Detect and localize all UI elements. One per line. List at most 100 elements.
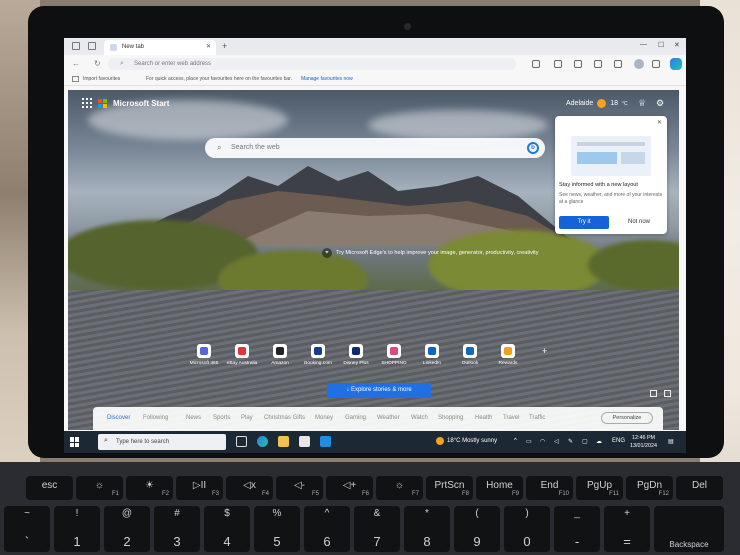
key-fn-12[interactable]: PgDn F12 xyxy=(626,476,673,500)
task-view-icon[interactable] xyxy=(236,436,247,447)
personalize-button[interactable]: Personalize xyxy=(601,412,653,424)
web-search-box[interactable]: ⌕ Search the web b xyxy=(205,138,545,158)
edge-browser-icon[interactable] xyxy=(257,436,268,447)
try-it-button[interactable]: Try it xyxy=(559,216,609,229)
notifications-icon[interactable]: ▤ xyxy=(668,438,674,445)
key-fn-7[interactable]: ☼ F7 xyxy=(376,476,423,500)
tab-weather[interactable]: Weather xyxy=(377,415,400,421)
key-fn-11[interactable]: PgUp F11 xyxy=(576,476,623,500)
key-fn-0[interactable]: esc xyxy=(26,476,73,500)
key-num-3[interactable]: #3 xyxy=(154,506,200,552)
quick-link-ebay[interactable]: eBay Australia xyxy=(222,344,262,366)
battery-icon[interactable]: ▭ xyxy=(526,438,532,445)
minimize-icon[interactable]: — xyxy=(640,41,647,48)
tab-travel[interactable]: Travel xyxy=(503,415,519,421)
rewards-trophy-icon[interactable]: ♕ xyxy=(638,98,646,109)
key-fn-13[interactable]: Del xyxy=(676,476,723,500)
close-icon[interactable]: ✕ xyxy=(657,119,662,126)
weather-widget[interactable]: Adelaide 18 °C xyxy=(566,99,628,108)
quick-link-linkedin[interactable]: LinkedIn xyxy=(412,344,452,366)
tab-play[interactable]: Play xyxy=(241,415,253,421)
close-tab-icon[interactable]: ✕ xyxy=(206,43,211,50)
key-fn-4[interactable]: ◁x F4 xyxy=(226,476,273,500)
key-fn-3[interactable]: ▷II F3 xyxy=(176,476,223,500)
tab-gaming[interactable]: Gaming xyxy=(345,415,366,421)
image-info-icon[interactable] xyxy=(650,390,657,397)
tab-money[interactable]: Money xyxy=(315,415,333,421)
address-bar[interactable]: ⌕ Search or enter web address xyxy=(108,58,516,70)
key-num-1[interactable]: ! 1 xyxy=(54,506,100,552)
new-tab-icon[interactable]: + xyxy=(222,41,227,51)
mail-icon[interactable] xyxy=(320,436,331,447)
key-num-10[interactable]: ) 0 xyxy=(504,506,550,552)
maximize-icon[interactable]: ☐ xyxy=(658,41,664,49)
tab-actions-icon[interactable] xyxy=(88,42,96,50)
workspaces-icon[interactable] xyxy=(72,42,80,50)
key-num-5[interactable]: % 5 xyxy=(254,506,300,552)
brand-title[interactable]: Microsoft Start xyxy=(113,99,169,108)
add-shortcut-icon[interactable]: + xyxy=(542,346,547,356)
bing-chat-icon[interactable]: b xyxy=(527,142,539,154)
copilot-icon[interactable] xyxy=(670,58,682,70)
key-fn-9[interactable]: Home F9 xyxy=(476,476,523,500)
browser-tab[interactable]: New tab ✕ xyxy=(104,40,216,55)
manage-favourites-link[interactable]: Manage favourites now xyxy=(301,76,353,82)
refresh-icon[interactable]: ↻ xyxy=(94,59,101,68)
quick-link-rewards[interactable]: Rewards xyxy=(488,344,528,366)
key-num-11[interactable]: _ - xyxy=(554,506,600,552)
tab-watch[interactable]: Watch xyxy=(411,415,428,421)
back-icon[interactable]: ← xyxy=(72,59,80,68)
quick-link-booking[interactable]: Booking.com xyxy=(298,344,338,366)
tab-discover[interactable]: Discover xyxy=(107,415,130,421)
language-indicator[interactable]: ENG xyxy=(612,438,625,444)
settings-gear-icon[interactable]: ⚙ xyxy=(656,98,664,109)
volume-icon[interactable]: ◁ xyxy=(554,438,559,445)
collections-icon[interactable] xyxy=(594,60,602,68)
key-num-4[interactable]: $4 xyxy=(204,506,250,552)
file-explorer-icon[interactable] xyxy=(278,436,289,447)
favorite-star-icon[interactable] xyxy=(532,60,540,68)
network-icon[interactable]: ◠ xyxy=(540,438,545,445)
close-window-icon[interactable]: ✕ xyxy=(674,41,680,49)
split-screen-icon[interactable] xyxy=(554,60,562,68)
cloud-icon[interactable]: ☁ xyxy=(596,438,602,445)
display-icon[interactable]: ▢ xyxy=(582,438,588,445)
key-num-9[interactable]: (9 xyxy=(454,506,500,552)
key-fn-1[interactable]: ☼ F1 xyxy=(76,476,123,500)
quick-link-outlook[interactable]: Outlook xyxy=(450,344,490,366)
tab-traffic[interactable]: Traffic xyxy=(529,415,545,421)
windows-start-icon[interactable] xyxy=(70,437,80,447)
key-fn-6[interactable]: ◁+ F6 xyxy=(326,476,373,500)
key-fn-10[interactable]: End F10 xyxy=(526,476,573,500)
tab-news[interactable]: News xyxy=(186,415,201,421)
key-num-12[interactable]: + = xyxy=(604,506,650,552)
more-options-icon[interactable] xyxy=(652,60,660,68)
not-now-button[interactable]: Not now xyxy=(615,216,663,229)
tab-christmas-gifts[interactable]: Christmas Gifts xyxy=(264,415,305,421)
key-num-13[interactable]: Backspace xyxy=(654,506,724,552)
pen-icon[interactable]: ✎ xyxy=(568,438,573,445)
show-hidden-icons[interactable]: ^ xyxy=(514,438,517,444)
key-num-8[interactable]: * 8 xyxy=(404,506,450,552)
quick-link-microsoft-365[interactable]: Microsoft 365 xyxy=(184,344,224,366)
quick-link-shopping[interactable]: SHOPPING xyxy=(374,344,414,366)
key-num-7[interactable]: & 7 xyxy=(354,506,400,552)
explore-stories-button[interactable]: ↓ Explore stories & more xyxy=(327,383,431,398)
profile-avatar[interactable] xyxy=(634,59,644,69)
taskbar-search[interactable]: ⌕ Type here to search xyxy=(98,434,226,450)
favorites-icon[interactable] xyxy=(574,60,582,68)
image-caption[interactable]: ⌖ Try Microsoft Edge's to help improve y… xyxy=(322,248,539,258)
tab-shopping[interactable]: Shopping xyxy=(438,415,463,421)
tab-health[interactable]: Health xyxy=(475,415,492,421)
taskbar-weather[interactable]: 18°C Mostly sunny xyxy=(436,437,497,445)
key-num-2[interactable]: @2 xyxy=(104,506,150,552)
import-favourites-link[interactable]: Import favourites xyxy=(83,76,120,82)
app-launcher-icon[interactable] xyxy=(82,98,92,108)
microsoft-store-icon[interactable] xyxy=(299,436,310,447)
tab-sports[interactable]: Sports xyxy=(213,415,230,421)
key-fn-5[interactable]: ◁- F5 xyxy=(276,476,323,500)
browser-essentials-icon[interactable] xyxy=(614,60,622,68)
taskbar-clock[interactable]: 12:46 PM 13/01/2024 xyxy=(630,434,657,450)
quick-link-disney-plus[interactable]: Disney Plus xyxy=(336,344,376,366)
quick-link-amazon[interactable]: Amazon xyxy=(260,344,300,366)
